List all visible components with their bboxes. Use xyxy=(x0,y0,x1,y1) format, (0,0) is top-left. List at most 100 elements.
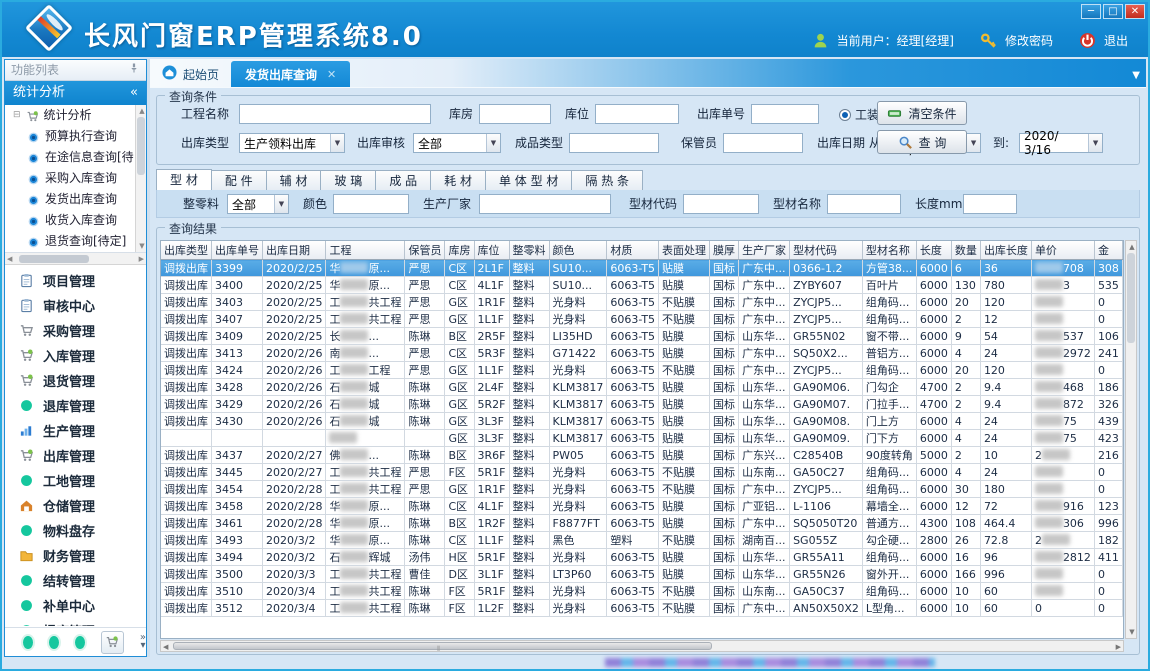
module-dot-icon[interactable] xyxy=(23,636,33,649)
warehouse-input[interactable] xyxy=(479,104,551,124)
column-header[interactable]: 出库日期 xyxy=(263,241,326,260)
material-tab[interactable]: 隔 热 条 xyxy=(571,170,643,190)
tree-item[interactable]: 发货出库查询 xyxy=(5,189,146,210)
module-dot-icon[interactable] xyxy=(75,636,85,649)
column-header[interactable]: 型材代码 xyxy=(790,241,863,260)
outbound-audit-select[interactable]: 全部▼ xyxy=(413,133,501,153)
tree-vertical-scrollbar[interactable]: ▲▼ xyxy=(135,105,146,252)
profile-name-input[interactable] xyxy=(827,194,901,214)
tab-shipping-outbound-query[interactable]: 发货出库查询 ✕ xyxy=(231,61,350,87)
table-row[interactable]: 调拨出库34582020/2/28华原...陈琳C区4L1F整料光身料6063-… xyxy=(161,498,1123,515)
table-row[interactable]: 调拨出库34292020/2/26石城陈琳G区5R2F整料KLM38176063… xyxy=(161,396,1123,413)
sidebar-item-cartg[interactable]: 出库管理 xyxy=(5,443,146,468)
material-tab[interactable]: 耗 材 xyxy=(430,170,486,190)
module-dot-icon[interactable] xyxy=(49,636,59,649)
sidebar-item-circle[interactable]: 结转管理 xyxy=(5,568,146,593)
column-header[interactable]: 数量 xyxy=(951,241,980,260)
table-row[interactable]: 调拨出库35122020/3/4工共工程陈琳F区1L2F整料光身料6063-T5… xyxy=(161,600,1123,617)
collapse-icon[interactable]: « xyxy=(130,81,138,105)
project-name-input[interactable] xyxy=(239,104,431,124)
table-row[interactable]: G区3L3F整料KLM38176063-T5贴膜国标山东华...GA90M09.… xyxy=(161,430,1123,447)
column-header[interactable]: 颜色 xyxy=(549,241,607,260)
pin-icon[interactable] xyxy=(128,60,140,81)
radio-gongzhuang[interactable]: 工装 xyxy=(839,106,879,123)
close-button[interactable]: ✕ xyxy=(1125,4,1145,19)
change-password-link[interactable]: 修改密码 xyxy=(1005,32,1053,49)
table-row[interactable]: 调拨出库34032020/2/25工共工程严思G区1R1F整料光身料6063-T… xyxy=(161,294,1123,311)
sidebar-item-circle[interactable]: 补单中心 xyxy=(5,593,146,618)
column-header[interactable]: 长度 xyxy=(916,241,951,260)
table-row[interactable]: 调拨出库34092020/2/25长...陈琳B区2R5F整料LI35HD606… xyxy=(161,328,1123,345)
column-header[interactable]: 金 xyxy=(1094,241,1122,260)
manufacturer-input[interactable] xyxy=(479,194,611,214)
table-row[interactable]: 调拨出库34132020/2/26南...严思C区5R3F整料G71422606… xyxy=(161,345,1123,362)
column-header[interactable]: 出库类型 xyxy=(161,241,212,260)
table-row[interactable]: 调拨出库34302020/2/26石城陈琳G区3L3F整料KLM38176063… xyxy=(161,413,1123,430)
sidebar-item-cartg[interactable]: 退货管理 xyxy=(5,368,146,393)
tree-horizontal-scrollbar[interactable]: ◀▶ xyxy=(5,253,146,265)
date-to-select[interactable]: 2020/ 3/16▼ xyxy=(1019,133,1103,153)
outbound-type-select[interactable]: 生产领料出库▼ xyxy=(239,133,345,153)
clear-conditions-button[interactable]: 清空条件 xyxy=(877,101,967,125)
table-row[interactable]: 调拨出库34242020/2/26工工程严思G区1L1F整料光身料6063-T5… xyxy=(161,362,1123,379)
maximize-button[interactable]: □ xyxy=(1103,4,1123,19)
tab-list-dropdown-icon[interactable]: ▼ xyxy=(1132,70,1140,81)
minimize-button[interactable]: ─ xyxy=(1081,4,1101,19)
sidebar-item-home[interactable]: 仓储管理 xyxy=(5,493,146,518)
tab-home[interactable]: 起始页 xyxy=(150,61,231,87)
table-row[interactable]: 调拨出库33992020/2/25华原...严思C区2L1F整料SU10...6… xyxy=(161,260,1123,277)
profile-code-input[interactable] xyxy=(683,194,759,214)
keeper-input[interactable] xyxy=(723,133,803,153)
batch-select[interactable]: 全部▼ xyxy=(227,194,289,214)
sidebar-item-clipboard[interactable]: 项目管理 xyxy=(5,268,146,293)
column-header[interactable]: 膜厚 xyxy=(710,241,739,260)
tree-root-statistics[interactable]: ⊟统计分析 xyxy=(5,105,146,126)
location-input[interactable] xyxy=(595,104,679,124)
tree-item[interactable]: 在途信息查询[待 xyxy=(5,147,146,168)
column-header[interactable]: 库房 xyxy=(445,241,474,260)
sidebar-overflow-button[interactable]: »▾ xyxy=(140,634,146,650)
table-row[interactable]: 调拨出库34282020/2/26石城陈琳G区2L4F整料KLM38176063… xyxy=(161,379,1123,396)
column-header[interactable]: 出库单号 xyxy=(212,241,263,260)
tree-item[interactable]: 采购入库查询 xyxy=(5,168,146,189)
material-tab[interactable]: 配 件 xyxy=(211,170,267,190)
column-header[interactable]: 工程 xyxy=(326,241,405,260)
tab-close-icon[interactable]: ✕ xyxy=(327,68,336,81)
column-header[interactable]: 生产厂家 xyxy=(739,241,790,260)
material-tab[interactable]: 玻 璃 xyxy=(320,170,376,190)
sidebar-item-cart[interactable]: 采购管理 xyxy=(5,318,146,343)
sidebar-section-header[interactable]: 统计分析 « xyxy=(5,81,146,105)
table-row[interactable]: 调拨出库34372020/2/27佛...陈琳B区3R6F整料PW056063-… xyxy=(161,447,1123,464)
table-row[interactable]: 调拨出库34612020/2/28华原...陈琳B区1R2F整料F8877FT6… xyxy=(161,515,1123,532)
column-header[interactable]: 材质 xyxy=(607,241,659,260)
grid-horizontal-scrollbar[interactable]: ◀⦀▶ xyxy=(160,640,1124,652)
color-input[interactable] xyxy=(333,194,409,214)
table-row[interactable]: 调拨出库34542020/2/28工共工程严思G区1R1F整料光身料6063-T… xyxy=(161,481,1123,498)
sidebar-item-folder[interactable]: 财务管理 xyxy=(5,543,146,568)
grid-vertical-scrollbar[interactable]: ▲▼ xyxy=(1125,240,1137,639)
material-tab[interactable]: 成 品 xyxy=(375,170,431,190)
table-row[interactable]: 调拨出库34072020/2/25工共工程严思G区1L1F整料光身料6063-T… xyxy=(161,311,1123,328)
product-type-input[interactable] xyxy=(569,133,659,153)
logout-button[interactable]: 退出 xyxy=(1104,32,1128,49)
tree-item[interactable]: 预算执行查询 xyxy=(5,126,146,147)
sidebar-item-clipboard[interactable]: 审核中心 xyxy=(5,293,146,318)
table-row[interactable]: 调拨出库35102020/3/4工共工程陈琳F区5R1F整料光身料6063-T5… xyxy=(161,583,1123,600)
sidebar-item-cartg[interactable]: 入库管理 xyxy=(5,343,146,368)
table-row[interactable]: 调拨出库34942020/3/2石辉城汤伟H区5R1F整料光身料6063-T5贴… xyxy=(161,549,1123,566)
material-tab[interactable]: 单 体 型 材 xyxy=(485,170,572,190)
table-row[interactable]: 调拨出库34452020/2/27工共工程严思F区5R1F整料光身料6063-T… xyxy=(161,464,1123,481)
table-row[interactable]: 调拨出库34002020/2/25华原...严思C区4L1F整料SU10...6… xyxy=(161,277,1123,294)
column-header[interactable]: 单价 xyxy=(1031,241,1094,260)
table-row[interactable]: 调拨出库34932020/3/2华原...陈琳C区1L1F整料黑色塑料不贴膜国标… xyxy=(161,532,1123,549)
tree-item[interactable]: 收货入库查询 xyxy=(5,210,146,231)
sidebar-item-circle[interactable]: 工地管理 xyxy=(5,468,146,493)
sidebar-item-circle[interactable]: 退库管理 xyxy=(5,393,146,418)
material-tab[interactable]: 辅 材 xyxy=(266,170,322,190)
search-button[interactable]: 查 询 xyxy=(877,130,967,154)
order-no-input[interactable] xyxy=(751,104,819,124)
column-header[interactable]: 库位 xyxy=(474,241,509,260)
length-input[interactable] xyxy=(963,194,1017,214)
column-header[interactable]: 保管员 xyxy=(405,241,445,260)
tree-item[interactable]: 退货查询[待定] xyxy=(5,231,146,252)
